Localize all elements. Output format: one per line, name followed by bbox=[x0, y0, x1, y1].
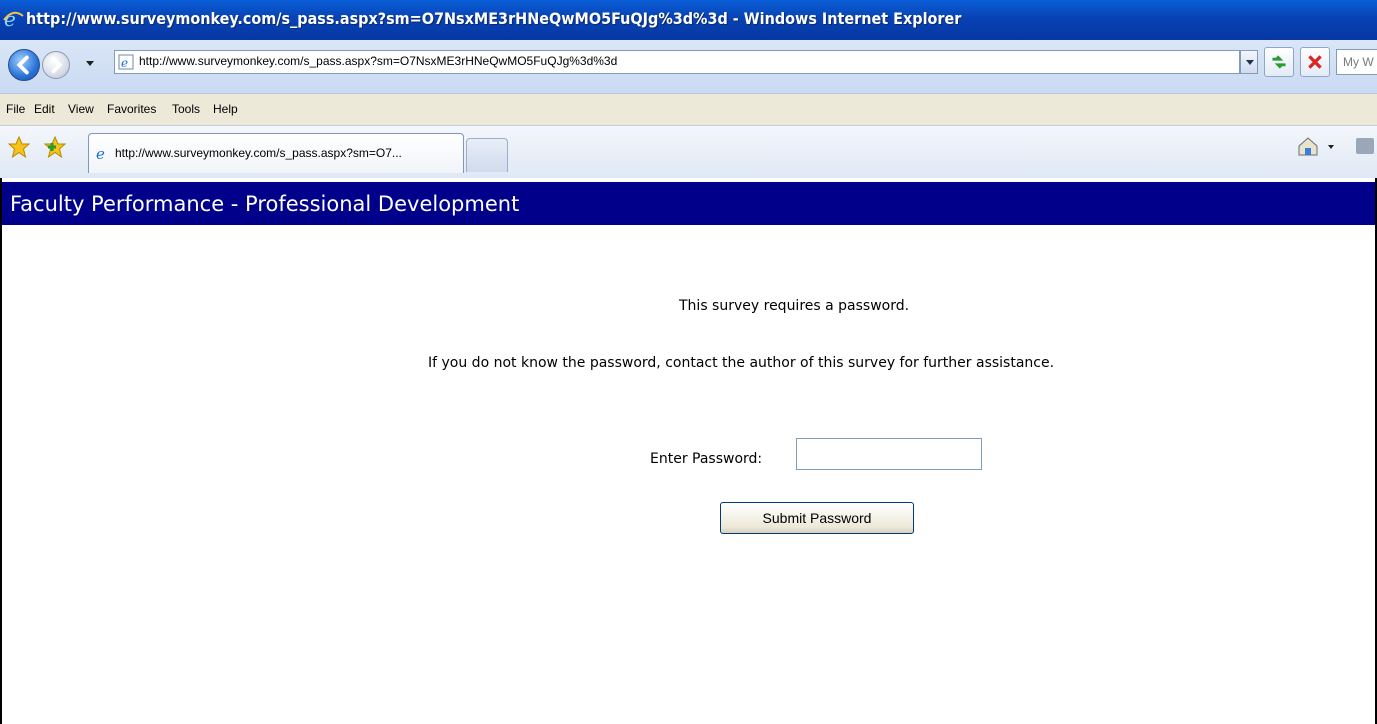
menu-file[interactable]: File bbox=[6, 102, 25, 116]
url-text: http://www.surveymonkey.com/s_pass.aspx?… bbox=[139, 54, 618, 68]
search-input[interactable]: My W bbox=[1336, 49, 1377, 75]
menu-bar: File Edit View Favorites Tools Help bbox=[0, 93, 1377, 125]
address-toolbar: e http://www.surveymonkey.com/s_pass.asp… bbox=[0, 40, 1377, 93]
home-icon[interactable] bbox=[1296, 134, 1320, 158]
home-dropdown-icon[interactable] bbox=[1328, 145, 1334, 149]
survey-title: Faculty Performance - Professional Devel… bbox=[10, 192, 520, 216]
refresh-icon bbox=[1272, 55, 1286, 69]
menu-tools[interactable]: Tools bbox=[172, 102, 200, 116]
recent-pages-dropdown-icon[interactable] bbox=[86, 61, 94, 66]
favorites-star-icon[interactable] bbox=[8, 136, 30, 158]
window-title-bar: e http://www.surveymonkey.com/s_pass.asp… bbox=[0, 0, 1377, 40]
new-tab-button[interactable] bbox=[466, 138, 508, 172]
survey-header-banner: Faculty Performance - Professional Devel… bbox=[2, 182, 1375, 225]
tab-label: http://www.surveymonkey.com/s_pass.aspx?… bbox=[115, 146, 402, 160]
forward-button[interactable] bbox=[42, 51, 70, 79]
menu-help[interactable]: Help bbox=[213, 102, 238, 116]
password-required-message: This survey requires a password. bbox=[679, 298, 910, 314]
window-title: http://www.surveymonkey.com/s_pass.aspx?… bbox=[26, 9, 962, 28]
password-label: Enter Password: bbox=[650, 451, 763, 467]
back-button[interactable] bbox=[8, 49, 40, 81]
submit-password-button[interactable]: Submit Password bbox=[720, 502, 914, 534]
ie-logo-icon: e bbox=[3, 8, 24, 30]
ie-page-icon: e bbox=[96, 145, 105, 161]
forward-arrow-icon bbox=[51, 56, 63, 74]
refresh-button[interactable] bbox=[1264, 47, 1294, 77]
menu-favorites[interactable]: Favorites bbox=[107, 102, 156, 116]
tab-current-page[interactable]: e http://www.surveymonkey.com/s_pass.asp… bbox=[88, 133, 464, 173]
feeds-icon[interactable] bbox=[1356, 138, 1374, 154]
back-arrow-icon bbox=[16, 55, 29, 75]
contact-author-message: If you do not know the password, contact… bbox=[428, 355, 1055, 371]
page-content: Faculty Performance - Professional Devel… bbox=[0, 178, 1377, 724]
url-input[interactable]: e http://www.surveymonkey.com/s_pass.asp… bbox=[114, 50, 1240, 74]
url-dropdown-button[interactable] bbox=[1240, 50, 1258, 74]
svg-text:e: e bbox=[96, 145, 105, 161]
svg-text:e: e bbox=[121, 56, 128, 70]
stop-icon bbox=[1308, 55, 1322, 69]
page-icon: e bbox=[118, 54, 134, 70]
add-favorite-icon[interactable] bbox=[44, 136, 66, 158]
stop-button[interactable] bbox=[1300, 47, 1330, 77]
menu-edit[interactable]: Edit bbox=[34, 102, 55, 116]
tab-toolbar: e http://www.surveymonkey.com/s_pass.asp… bbox=[0, 125, 1377, 178]
menu-view[interactable]: View bbox=[68, 102, 94, 116]
password-input[interactable] bbox=[796, 438, 982, 470]
